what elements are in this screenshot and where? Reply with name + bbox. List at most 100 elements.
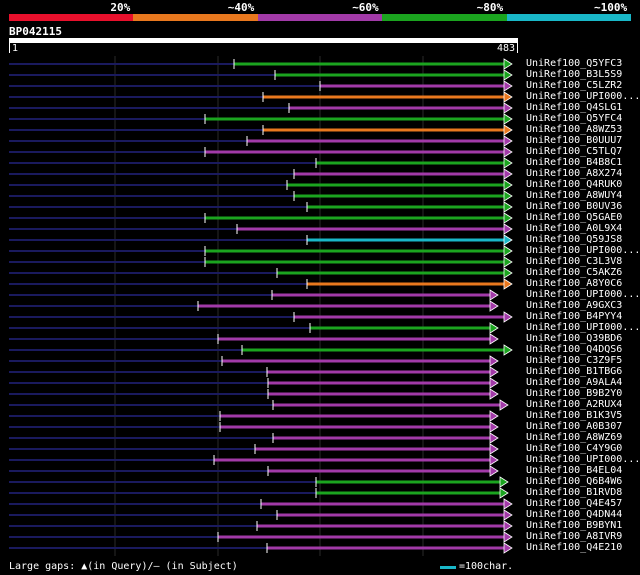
hit-row[interactable] (9, 146, 513, 158)
hit-row[interactable] (9, 135, 513, 147)
hit-row[interactable] (9, 58, 513, 70)
hit-row[interactable] (9, 388, 499, 400)
hit-label[interactable]: UniRef100_B0UUU7 (526, 135, 622, 146)
hit-row[interactable] (9, 80, 513, 92)
hit-label[interactable]: UniRef100_C3L3V8 (526, 256, 622, 267)
hit-row[interactable] (9, 124, 513, 136)
hit-label[interactable]: UniRef100_B9B2Y0 (526, 388, 622, 399)
hit-label[interactable]: UniRef100_C5LZR2 (526, 80, 622, 91)
hit-label[interactable]: UniRef100_B3L5S9 (526, 69, 622, 80)
hit-arrow-icon (503, 498, 513, 510)
hit-label[interactable]: UniRef100_Q4E210 (526, 542, 622, 553)
hit-label[interactable]: UniRef100_C5AKZ6 (526, 267, 622, 278)
hit-arrow-icon (503, 256, 513, 268)
hit-label[interactable]: UniRef100_Q4DN44 (526, 509, 622, 520)
hit-label[interactable]: UniRef100_B1RVD8 (526, 487, 622, 498)
hit-row[interactable] (9, 113, 513, 125)
hit-label[interactable]: UniRef100_A8WZ53 (526, 124, 622, 135)
hit-label[interactable]: UniRef100_B4B8C1 (526, 157, 622, 168)
hit-arrow-icon (489, 289, 499, 301)
hit-row[interactable] (9, 190, 513, 202)
hit-row[interactable] (9, 245, 513, 257)
hit-label[interactable]: UniRef100_A8Y0C6 (526, 278, 622, 289)
hit-row[interactable] (9, 300, 499, 312)
hit-label[interactable]: UniRef100_B1K3V5 (526, 410, 622, 421)
hit-row[interactable] (9, 201, 513, 213)
hit-label[interactable]: UniRef100_A9GXC3 (526, 300, 622, 311)
hit-row[interactable] (9, 212, 513, 224)
hit-row[interactable] (9, 366, 499, 378)
hit-label[interactable]: UniRef100_Q4E457 (526, 498, 622, 509)
hit-row[interactable] (9, 355, 499, 367)
hit-label[interactable]: UniRef100_UPI000... (526, 289, 640, 300)
hit-label[interactable]: UniRef100_Q5YFC3 (526, 58, 622, 69)
hit-label[interactable]: UniRef100_B4EL04 (526, 465, 622, 476)
hit-row[interactable] (9, 443, 499, 455)
hit-arrow-icon (489, 465, 499, 477)
hit-row[interactable] (9, 69, 513, 81)
hit-label[interactable]: UniRef100_Q5GAE0 (526, 212, 622, 223)
hit-label[interactable]: UniRef100_A8X274 (526, 168, 622, 179)
hit-row[interactable] (9, 179, 513, 191)
hit-arrow-icon (503, 146, 513, 158)
hit-label[interactable]: UniRef100_A8WZ69 (526, 432, 622, 443)
hit-row[interactable] (9, 289, 499, 301)
hit-label[interactable]: UniRef100_Q59JS8 (526, 234, 622, 245)
hit-label[interactable]: UniRef100_A9ALA4 (526, 377, 622, 388)
hit-row[interactable] (9, 267, 513, 279)
hit-row[interactable] (9, 223, 513, 235)
hit-row[interactable] (9, 432, 499, 444)
hit-label[interactable]: UniRef100_UPI000... (526, 91, 640, 102)
hit-label[interactable]: UniRef100_B1TBG6 (526, 366, 622, 377)
hit-row[interactable] (9, 454, 499, 466)
hit-label[interactable]: UniRef100_A8WUY4 (526, 190, 622, 201)
hit-label[interactable]: UniRef100_B9BYN1 (526, 520, 622, 531)
hit-row[interactable] (9, 399, 509, 411)
hit-label[interactable]: UniRef100_Q39BD6 (526, 333, 622, 344)
hit-label[interactable]: UniRef100_Q5YFC4 (526, 113, 622, 124)
hit-row[interactable] (9, 157, 513, 169)
hit-row[interactable] (9, 333, 499, 345)
hit-label[interactable]: UniRef100_Q6B4W6 (526, 476, 622, 487)
hit-row[interactable] (9, 487, 509, 499)
hit-row[interactable] (9, 520, 513, 532)
hit-label[interactable]: UniRef100_Q4DQS6 (526, 344, 622, 355)
hit-row[interactable] (9, 509, 513, 521)
hit-label[interactable]: UniRef100_UPI000... (526, 454, 640, 465)
hit-label[interactable]: UniRef100_A0L9X4 (526, 223, 622, 234)
hit-arrow-icon (489, 333, 499, 345)
hit-row[interactable] (9, 476, 509, 488)
hit-label[interactable]: UniRef100_A2RUX4 (526, 399, 622, 410)
hit-row[interactable] (9, 234, 513, 246)
hit-label[interactable]: UniRef100_C3Z9F5 (526, 355, 622, 366)
hit-arrow-icon (489, 366, 499, 378)
hit-row[interactable] (9, 344, 513, 356)
hit-label[interactable]: UniRef100_UPI000... (526, 245, 640, 256)
hit-row[interactable] (9, 465, 499, 477)
hit-label[interactable]: UniRef100_C4Y9G0 (526, 443, 622, 454)
hit-arrow-icon (499, 476, 509, 488)
hit-row[interactable] (9, 91, 513, 103)
hit-arrow-icon (503, 69, 513, 81)
hit-row[interactable] (9, 256, 513, 268)
hit-row[interactable] (9, 311, 513, 323)
hit-row[interactable] (9, 421, 499, 433)
hit-row[interactable] (9, 322, 499, 334)
hit-row[interactable] (9, 542, 513, 554)
hit-arrow-icon (489, 355, 499, 367)
hit-row[interactable] (9, 278, 513, 290)
hit-row[interactable] (9, 531, 513, 543)
hit-label[interactable]: UniRef100_B0UV36 (526, 201, 622, 212)
hit-row[interactable] (9, 377, 499, 389)
hit-label[interactable]: UniRef100_UPI000... (526, 322, 640, 333)
hit-label[interactable]: UniRef100_A8IVR9 (526, 531, 622, 542)
hit-label[interactable]: UniRef100_C5TLQ7 (526, 146, 622, 157)
hit-row[interactable] (9, 102, 513, 114)
hit-label[interactable]: UniRef100_Q4SLG1 (526, 102, 622, 113)
hit-label[interactable]: UniRef100_B4PYY4 (526, 311, 622, 322)
hit-label[interactable]: UniRef100_Q4RUK0 (526, 179, 622, 190)
hit-row[interactable] (9, 410, 499, 422)
hit-row[interactable] (9, 498, 513, 510)
hit-label[interactable]: UniRef100_A0B307 (526, 421, 622, 432)
hit-row[interactable] (9, 168, 513, 180)
